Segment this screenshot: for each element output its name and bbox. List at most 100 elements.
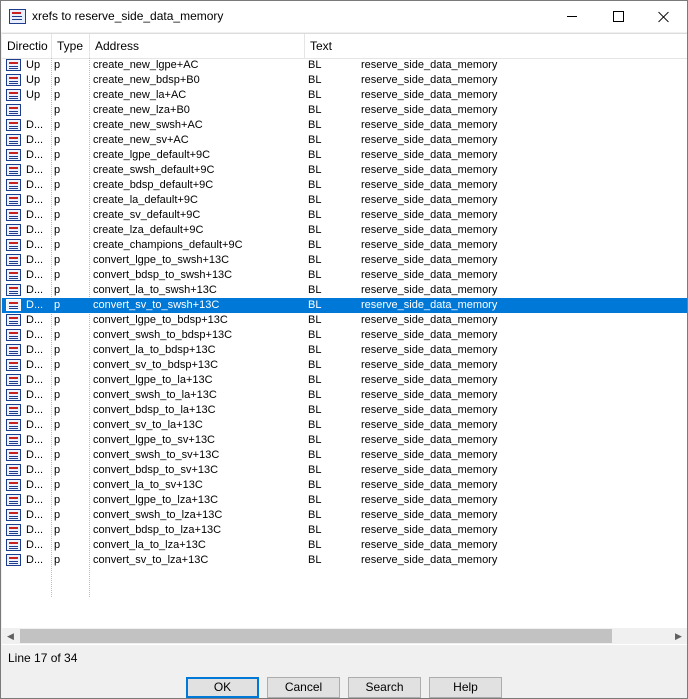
table-row[interactable]: D... p convert_lgpe_to_swsh+13C BL reserve_s… xyxy=(2,253,687,268)
table-row[interactable]: D... p convert_swsh_to_bdsp+13C BL reserve_s… xyxy=(2,328,687,343)
cell-address: create_new_lgpe+AC xyxy=(93,59,199,71)
table-row[interactable]: D... p create_bdsp_default+9C BL reserve_sid… xyxy=(2,178,687,193)
cell-text-operand: reserve_side_data_memory xyxy=(361,89,498,101)
cell-text-mnemonic: BL xyxy=(308,329,322,341)
table-row[interactable]: D... p convert_la_to_sv+13C BL reserve_side_… xyxy=(2,478,687,493)
cell-text-operand: reserve_side_data_memory xyxy=(361,59,498,71)
table-row[interactable]: D... p convert_bdsp_to_swsh+13C BL reserve_s… xyxy=(2,268,687,283)
cell-address: convert_sv_to_la+13C xyxy=(93,419,203,431)
scroll-left-icon[interactable]: ◀ xyxy=(2,628,19,644)
cell-text-operand: reserve_side_data_memory xyxy=(361,344,498,356)
cell-text-mnemonic: BL xyxy=(308,524,322,536)
cell-direction: D... xyxy=(26,134,44,146)
xref-icon xyxy=(6,539,21,551)
minimize-button[interactable] xyxy=(549,1,595,32)
table-row[interactable]: D... p convert_lgpe_to_lza+13C BL reserve_si… xyxy=(2,493,687,508)
table-row[interactable]: D... p create_lza_default+9C BL reserve_side… xyxy=(2,223,687,238)
table-row[interactable]: D... p convert_sv_to_bdsp+13C BL reserve_sid… xyxy=(2,358,687,373)
cell-text-operand: reserve_side_data_memory xyxy=(361,554,498,566)
cell-address: create_swsh_default+9C xyxy=(93,164,215,176)
table-row[interactable]: Up p create_new_bdsp+B0 BL reserve_side_data… xyxy=(2,73,687,88)
cell-address: convert_la_to_bdsp+13C xyxy=(93,344,216,356)
table-row[interactable]: D... p create_new_swsh+AC BL reserve_side_da… xyxy=(2,118,687,133)
table-row[interactable]: D... p convert_la_to_swsh+13C BL reserve_sid… xyxy=(2,283,687,298)
column-header-direction[interactable]: Directio xyxy=(2,34,52,58)
cell-text-mnemonic: BL xyxy=(308,344,322,356)
cell-direction: D... xyxy=(26,404,44,416)
cell-text-mnemonic: BL xyxy=(308,299,322,311)
cell-type: p xyxy=(54,104,61,116)
maximize-button[interactable] xyxy=(595,1,641,32)
table-row[interactable]: D... p convert_la_to_lza+13C BL reserve_side… xyxy=(2,538,687,553)
cell-type: p xyxy=(54,494,61,506)
column-header-address[interactable]: Address xyxy=(90,34,305,58)
table-row[interactable]: D... p convert_lgpe_to_sv+13C BL reserve_sid… xyxy=(2,433,687,448)
cell-text-mnemonic: BL xyxy=(308,389,322,401)
cell-direction: D... xyxy=(26,389,44,401)
help-button[interactable]: Help xyxy=(429,677,502,698)
table-row[interactable]: D... p convert_lgpe_to_bdsp+13C BL reserve_s… xyxy=(2,313,687,328)
table-row[interactable]: D... p convert_sv_to_lza+13C BL reserve_side… xyxy=(2,553,687,568)
xref-app-icon xyxy=(9,9,26,24)
cell-text-operand: reserve_side_data_memory xyxy=(361,179,498,191)
maximize-icon xyxy=(612,11,624,22)
cell-text-operand: reserve_side_data_memory xyxy=(361,359,498,371)
cell-text-operand: reserve_side_data_memory xyxy=(361,374,498,386)
scroll-right-icon[interactable]: ▶ xyxy=(670,628,687,644)
table-row[interactable]: D... p create_lgpe_default+9C BL reserve_sid… xyxy=(2,148,687,163)
cell-type: p xyxy=(54,284,61,296)
close-icon xyxy=(658,11,670,23)
xref-icon xyxy=(6,209,21,221)
xref-icon xyxy=(6,254,21,266)
table-row[interactable]: D... p convert_swsh_to_lza+13C BL reserve_si… xyxy=(2,508,687,523)
cell-text-operand: reserve_side_data_memory xyxy=(361,329,498,341)
cell-text-operand: reserve_side_data_memory xyxy=(361,509,498,521)
cell-direction: D... xyxy=(26,299,44,311)
table-row[interactable]: Up p create_new_lgpe+AC BL reserve_side_data… xyxy=(2,58,687,73)
table-row[interactable]: p create_new_lza+B0 BL reserve_side_data_me… xyxy=(2,103,687,118)
table-row[interactable]: D... p convert_bdsp_to_sv+13C BL reserve_sid… xyxy=(2,463,687,478)
cell-type: p xyxy=(54,119,61,131)
cell-text-mnemonic: BL xyxy=(308,179,322,191)
column-header-text[interactable]: Text xyxy=(305,34,687,58)
search-button[interactable]: Search xyxy=(348,677,421,698)
table-row[interactable]: D... p convert_lgpe_to_la+13C BL reserve_sid… xyxy=(2,373,687,388)
table-row[interactable]: D... p convert_bdsp_to_lza+13C BL reserve_si… xyxy=(2,523,687,538)
cell-text-mnemonic: BL xyxy=(308,119,322,131)
cell-text-operand: reserve_side_data_memory xyxy=(361,404,498,416)
cell-type: p xyxy=(54,179,61,191)
table-row[interactable]: D... p convert_swsh_to_sv+13C BL reserve_sid… xyxy=(2,448,687,463)
cell-text-mnemonic: BL xyxy=(308,209,322,221)
cell-text-operand: reserve_side_data_memory xyxy=(361,479,498,491)
ok-button[interactable]: OK xyxy=(186,677,259,698)
table-row[interactable]: D... p convert_swsh_to_la+13C BL reserve_sid… xyxy=(2,388,687,403)
close-button[interactable] xyxy=(641,1,687,32)
column-header-type[interactable]: Type xyxy=(52,34,90,58)
table-row-selected[interactable]: D... p convert_sv_to_swsh+13C BL reserve_sid… xyxy=(2,298,687,313)
cell-direction: D... xyxy=(26,164,44,176)
cell-text-operand: reserve_side_data_memory xyxy=(361,314,498,326)
horizontal-scrollbar[interactable]: ◀ ▶ xyxy=(2,628,687,644)
table-row[interactable]: D... p convert_sv_to_la+13C BL reserve_side_… xyxy=(2,418,687,433)
xref-icon xyxy=(6,389,21,401)
xref-icon xyxy=(6,554,21,566)
scrollbar-thumb[interactable] xyxy=(20,629,612,643)
cell-text-mnemonic: BL xyxy=(308,464,322,476)
table-row[interactable]: D... p create_swsh_default+9C BL reserve_sid… xyxy=(2,163,687,178)
xref-list[interactable]: Directio Type Address Text Up p create_new… xyxy=(2,33,687,645)
xref-icon xyxy=(6,344,21,356)
cancel-button[interactable]: Cancel xyxy=(267,677,340,698)
cell-text-operand: reserve_side_data_memory xyxy=(361,449,498,461)
table-row[interactable]: D... p convert_bdsp_to_la+13C BL reserve_sid… xyxy=(2,403,687,418)
title-bar[interactable]: xrefs to reserve_side_data_memory xyxy=(1,1,687,32)
table-row[interactable]: D... p create_la_default+9C BL reserve_side_… xyxy=(2,193,687,208)
table-row[interactable]: D... p create_new_sv+AC BL reserve_side_data… xyxy=(2,133,687,148)
table-row[interactable]: D... p convert_la_to_bdsp+13C BL reserve_sid… xyxy=(2,343,687,358)
cell-text-operand: reserve_side_data_memory xyxy=(361,149,498,161)
xrefs-dialog: xrefs to reserve_side_data_memory Direct… xyxy=(0,0,688,699)
cell-type: p xyxy=(54,164,61,176)
table-row[interactable]: D... p create_sv_default+9C BL reserve_side_… xyxy=(2,208,687,223)
xref-icon xyxy=(6,479,21,491)
table-row[interactable]: D... p create_champions_default+9C BL reserv… xyxy=(2,238,687,253)
table-row[interactable]: Up p create_new_la+AC BL reserve_side_data_m… xyxy=(2,88,687,103)
